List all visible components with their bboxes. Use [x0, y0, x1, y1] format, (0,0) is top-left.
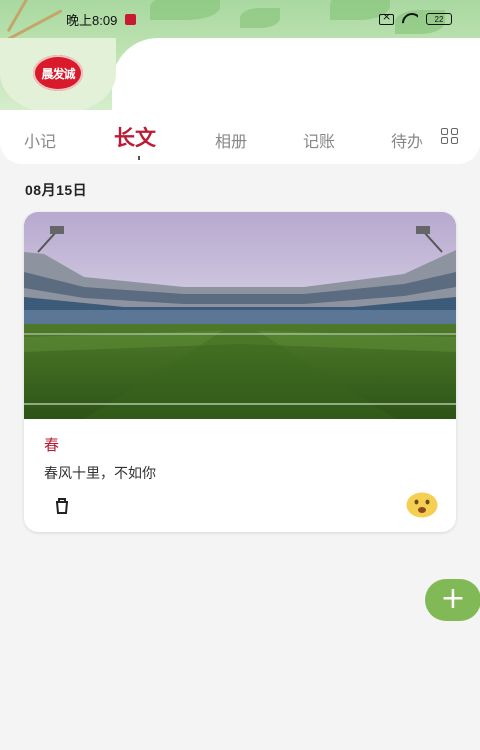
status-bar: 晚上8:09 22 — [0, 0, 480, 38]
tab-long-article[interactable]: 长文 — [114, 122, 156, 152]
article-card[interactable]: 春 春风十里，不如你 — [24, 212, 456, 532]
app-logo[interactable]: 晨发诚 — [33, 55, 83, 91]
notification-icon — [125, 13, 137, 25]
status-icons: 22 — [379, 10, 452, 25]
tab-scroll-fade — [418, 120, 440, 154]
tab-album[interactable]: 相册 — [215, 128, 247, 152]
entry-date: 08月15日 — [25, 182, 88, 198]
entry-body: 春风十里，不如你 — [44, 466, 156, 482]
tab-bar: 小记 长文 相册 记账 待办 — [0, 110, 480, 164]
stadium-photo — [24, 212, 456, 419]
add-entry-button[interactable]: + — [425, 579, 480, 621]
tab-notes[interactable]: 小记 — [24, 128, 56, 152]
smiling-face-icon[interactable] — [406, 492, 438, 518]
battery-icon: 22 — [426, 13, 452, 25]
status-time: 晚上8:09 — [66, 12, 118, 28]
tab-accounting[interactable]: 记账 — [303, 128, 335, 152]
grid-menu-icon[interactable] — [441, 128, 461, 146]
delete-icon[interactable] — [52, 496, 72, 516]
wifi-icon — [402, 13, 418, 25]
entry-title: 春 — [44, 436, 60, 454]
active-tab-indicator — [138, 156, 140, 160]
no-sim-icon — [379, 10, 394, 25]
